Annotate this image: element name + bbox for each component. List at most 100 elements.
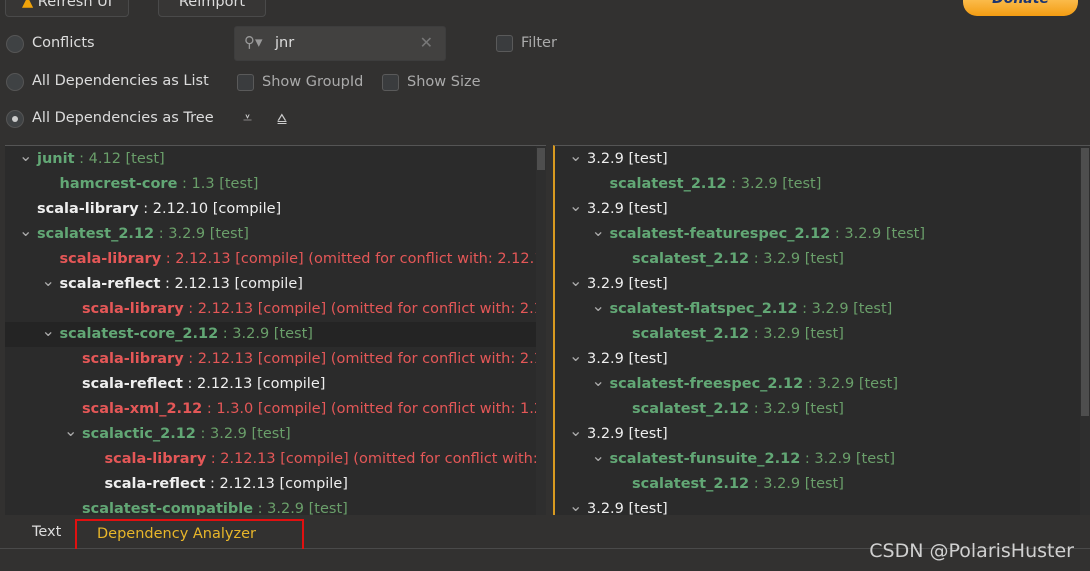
artifact-version: : 1.3.0 [compile] (omitted for conflict …	[202, 401, 546, 417]
tree-row[interactable]: ⌄ 3.2.9 [test]	[555, 421, 1080, 447]
tree-row[interactable]: scalatest_2.12 : 3.2.9 [test]	[555, 472, 1080, 497]
tree-row[interactable]: ⌄ scalatest-freespec_2.12 : 3.2.9 [test]	[555, 371, 1080, 397]
tree-row[interactable]: ⌄ 3.2.9 [test]	[555, 346, 1080, 372]
artifact-name: scalatest_2.12	[632, 476, 750, 492]
radio-tree[interactable]	[6, 110, 24, 128]
artifact-version: : 2.12.13 [compile]	[182, 376, 326, 392]
artifact-name: scala-library	[37, 201, 139, 217]
artifact-version: : 1.3 [test]	[177, 176, 259, 192]
radio-list[interactable]	[6, 73, 24, 91]
tree-row[interactable]: ⌄ junit : 4.12 [test]	[5, 146, 536, 172]
tree-row[interactable]: scala-library : 2.12.13 [compile] (omitt…	[5, 297, 546, 322]
artifact-version: 3.2.9 [test]	[587, 201, 668, 217]
artifact-name: scalatest-funsuite_2.12	[609, 451, 801, 467]
scrollbar[interactable]	[1080, 146, 1090, 515]
artifact-version: : 2.12.13 [compile]	[160, 276, 303, 292]
reimport-button[interactable]: Reimport	[158, 0, 266, 17]
artifact-version: : 2.12.13 [compile] (omitted for conflic…	[161, 251, 546, 267]
artifact-name: junit	[37, 151, 75, 167]
tree-row[interactable]: scala-library : 2.12.10 [compile]	[5, 197, 536, 222]
tree-row[interactable]: ⌄ scalatest-featurespec_2.12 : 3.2.9 [tes…	[555, 221, 1080, 247]
tree-row[interactable]: ⌄ 3.2.9 [test]	[555, 496, 1080, 515]
dependency-tree[interactable]: scalatest-compatible : 3.2.9 [test] scala…	[5, 145, 546, 515]
search-icon: ⚲▾	[244, 33, 263, 51]
conflicts-label: Conflicts	[32, 35, 95, 51]
artifact-name: hamcrest-core	[59, 176, 178, 192]
donate-button[interactable]: Donate	[963, 0, 1078, 16]
tree-row[interactable]: scalatest_2.12 : 3.2.9 [test]	[555, 172, 1080, 197]
artifact-version: 3.2.9 [test]	[587, 276, 668, 292]
tree-row[interactable]: scala-reflect : 2.12.13 [compile]	[5, 472, 536, 497]
filter-checkbox[interactable]	[496, 35, 513, 52]
artifact-version: : 2.12.13 [compile] (omitted for conflic…	[183, 351, 546, 367]
tree-row[interactable]: scalatest_2.12 : 3.2.9 [test]	[555, 247, 1080, 272]
artifact-version: : 3.2.9 [test]	[749, 251, 844, 267]
tree-row[interactable]: scala-reflect : 2.12.13 [compile]	[5, 372, 536, 397]
refresh-ui-button[interactable]: ▲ Refresh UI	[5, 0, 130, 17]
artifact-version: : 3.2.9 [test]	[803, 376, 898, 392]
artifact-version: : 4.12 [test]	[74, 151, 165, 167]
artifact-name: scalatest-freespec_2.12	[609, 376, 804, 392]
tree-row[interactable]: scala-xml_2.12 : 1.3.0 [compile] (omitte…	[5, 397, 546, 422]
artifact-name: scalatest_2.12	[632, 326, 750, 342]
tree-row[interactable]: ⌄ scalatest-funsuite_2.12 : 3.2.9 [test]	[555, 446, 1080, 472]
artifact-version: : 2.12.10 [compile]	[138, 201, 282, 217]
tree-row[interactable]: ⌄ scalatest-core_2.12 : 3.2.9 [test]	[5, 321, 536, 347]
artifact-name: scala-xml_2.12	[82, 401, 203, 417]
artifact-version: : 3.2.9 [test]	[797, 301, 893, 317]
tab-text[interactable]: Text	[32, 515, 61, 549]
tree-row[interactable]: ⌄ scalatest_2.12 : 3.2.9 [test]	[5, 221, 536, 247]
tree-row[interactable]: ⌄ scalactic_2.12 : 3.2.9 [test]	[5, 421, 536, 447]
artifact-name: scala-reflect	[59, 276, 161, 292]
artifact-name: scalatest_2.12	[632, 251, 750, 267]
artifact-version: : 2.12.13 [compile]	[205, 476, 348, 492]
artifact-name: scala-library	[59, 251, 162, 267]
artifact-name: scalactic_2.12	[82, 426, 196, 442]
artifact-version: : 2.12.13 [compile] (omitted for conflic…	[183, 301, 546, 317]
clear-icon[interactable]: ✕	[420, 33, 433, 52]
tree-row[interactable]: ⌄ 3.2.9 [test]	[555, 271, 1080, 297]
artifact-name: scalatest-core_2.12	[59, 326, 219, 342]
tree-row[interactable]: scalatest_2.12 : 3.2.9 [test]	[555, 397, 1080, 422]
artifact-version: : 3.2.9 [test]	[800, 451, 896, 467]
artifact-version: : 3.2.9 [test]	[749, 476, 844, 492]
artifact-name: scala-library	[104, 451, 207, 467]
radio-conflicts[interactable]	[6, 35, 24, 53]
artifact-name: scalatest_2.12	[37, 226, 155, 242]
artifact-name: scalatest_2.12	[632, 401, 750, 417]
show-groupid-label: Show GroupId	[262, 74, 364, 90]
tree-row[interactable]: scalatest-compatible : 3.2.9 [test]	[5, 497, 536, 515]
usage-tree[interactable]: ⌄ 3.2.9 [test] scalatest_2.12 : 3.2.9 [tes…	[553, 145, 1090, 515]
artifact-name: scala-reflect	[82, 376, 183, 392]
tree-row[interactable]: scala-library : 2.12.13 [compile] (omitt…	[5, 447, 547, 472]
artifact-name: scalatest-flatspec_2.12	[609, 301, 798, 317]
tree-row[interactable]: scala-library : 2.12.13 [compile] (omitt…	[5, 247, 547, 272]
tree-row[interactable]: ⌄ scala-reflect : 2.12.13 [compile]	[5, 271, 536, 297]
artifact-name: scala-library	[82, 301, 184, 317]
artifact-version: 3.2.9 [test]	[587, 426, 668, 442]
list-label: All Dependencies as List	[32, 73, 209, 89]
show-groupid-checkbox[interactable]	[237, 74, 254, 91]
tree-row[interactable]: ⌄ 3.2.9 [test]	[555, 146, 1080, 172]
tree-row[interactable]: ⌄ 3.2.9 [test]	[555, 196, 1080, 222]
tree-row[interactable]: hamcrest-core : 1.3 [test]	[5, 172, 536, 197]
show-size-label: Show Size	[407, 74, 481, 90]
tree-label: All Dependencies as Tree	[32, 110, 214, 126]
tree-row[interactable]: scala-library : 2.12.13 [compile] (omitt…	[5, 347, 546, 372]
artifact-version: : 2.12.13 [compile] (omitted for conflic…	[210, 451, 546, 467]
expand-all-icon[interactable]: ⩡	[243, 108, 252, 128]
collapse-all-icon[interactable]: ⩠	[277, 108, 287, 128]
artifact-version: : 3.2.9 [test]	[749, 326, 844, 342]
tree-row[interactable]: scalatest_2.12 : 3.2.9 [test]	[555, 322, 1080, 347]
scrollbar[interactable]	[536, 146, 546, 515]
chevron-down-icon[interactable]: ⌄	[19, 146, 33, 168]
show-size-checkbox[interactable]	[382, 74, 399, 91]
filter-label: Filter	[521, 35, 557, 51]
artifact-version: : 3.2.9 [test]	[218, 326, 313, 342]
search-input[interactable]: ⚲▾ jnr ✕	[234, 26, 446, 61]
chevron-down-icon[interactable]: ⌄	[569, 146, 583, 168]
tree-row[interactable]: ⌄ scalatest-flatspec_2.12 : 3.2.9 [test]	[555, 296, 1080, 322]
artifact-version: : 3.2.9 [test]	[749, 401, 844, 417]
artifact-version: : 3.2.9 [test]	[830, 226, 926, 242]
artifact-version: : 3.2.9 [test]	[195, 426, 291, 442]
